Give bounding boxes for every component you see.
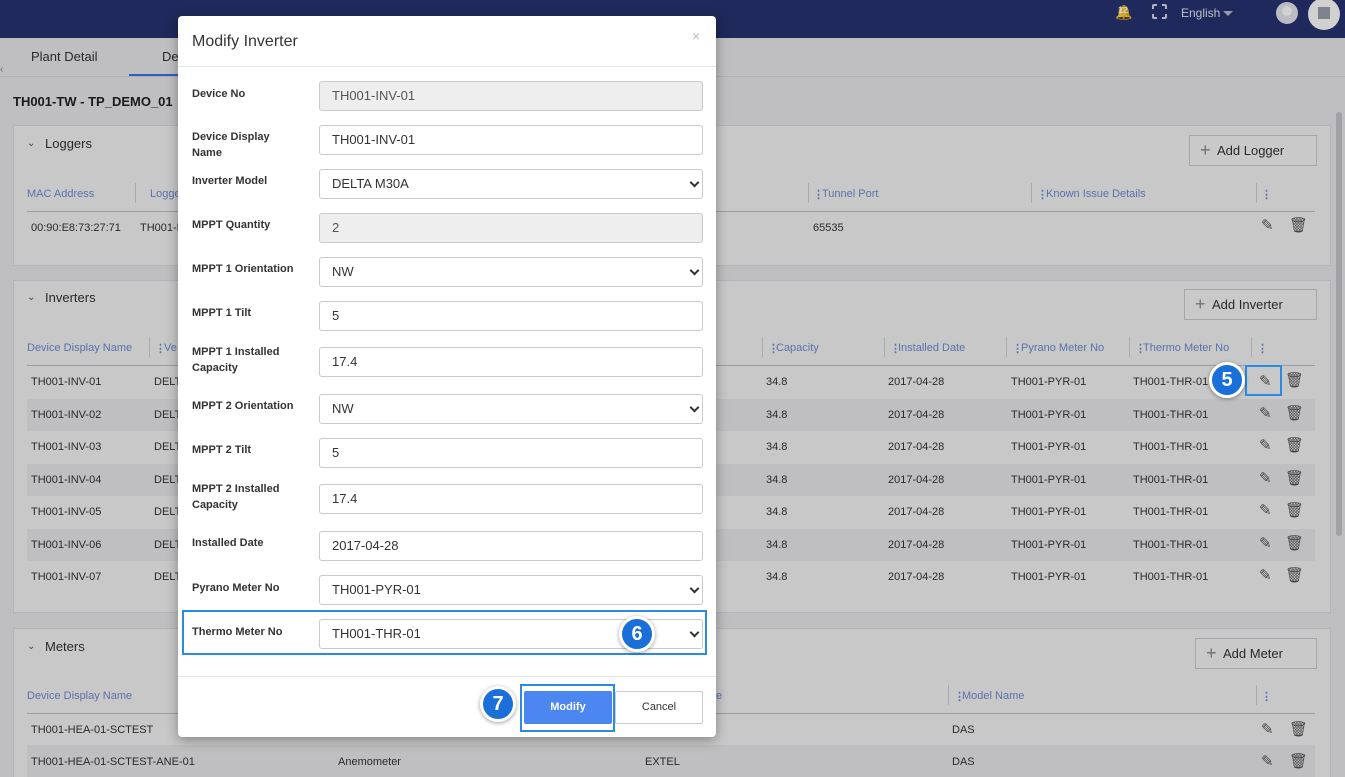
mppt-quantity-label: MPPT Quantity <box>192 219 271 231</box>
edit-icon[interactable]: ✎ <box>1259 372 1272 390</box>
step-badge-6: 6 <box>619 616 655 652</box>
pyrano-meter-select[interactable]: TH001-PYR-01 <box>319 575 703 605</box>
mppt1-tilt-label: MPPT 1 Tilt <box>192 307 252 319</box>
installed-date-input[interactable]: 2017-04-28 <box>319 531 703 561</box>
mppt1-capacity-input[interactable]: 17.4 <box>319 347 703 377</box>
mppt1-tilt-input[interactable]: 5 <box>319 301 703 331</box>
inverter-model-select[interactable]: DELTA M30A <box>319 169 703 199</box>
modify-button[interactable]: Modify <box>524 691 612 724</box>
cancel-button[interactable]: Cancel <box>615 691 703 724</box>
mppt2-tilt-input[interactable]: 5 <box>319 438 703 468</box>
close-icon[interactable]: × <box>692 28 700 44</box>
mppt2-orientation-label: MPPT 2 Orientation <box>192 400 294 412</box>
mppt1-capacity-label: MPPT 1 Installed Capacity <box>192 346 280 374</box>
mppt2-capacity-label: MPPT 2 Installed Capacity <box>192 483 280 511</box>
step-badge-7: 7 <box>480 686 516 722</box>
mppt1-orientation-label: MPPT 1 Orientation <box>192 263 294 275</box>
thermo-meter-label: Thermo Meter No <box>192 626 283 638</box>
device-no-label: Device No <box>192 88 246 100</box>
mppt1-orientation-select[interactable]: NW <box>319 257 703 287</box>
modify-inverter-dialog: Modify Inverter × Device No TH001-INV-01… <box>178 16 716 737</box>
display-name-input[interactable]: TH001-INV-01 <box>319 125 703 155</box>
mppt2-tilt-label: MPPT 2 Tilt <box>192 444 252 456</box>
dialog-footer-divider <box>178 676 716 677</box>
step-badge-5: 5 <box>1209 362 1245 398</box>
mppt2-orientation-select[interactable]: NW <box>319 394 703 424</box>
installed-date-label: Installed Date <box>192 537 264 549</box>
mppt2-capacity-input[interactable]: 17.4 <box>319 484 703 514</box>
dialog-header-divider <box>178 66 716 67</box>
pyrano-meter-label: Pyrano Meter No <box>192 582 280 594</box>
inverter-model-label: Inverter Model <box>192 175 268 187</box>
mppt-quantity-field: 2 <box>319 213 703 243</box>
device-no-field: TH001-INV-01 <box>319 81 703 111</box>
dialog-title: Modify Inverter <box>192 33 298 50</box>
display-name-label: Device Display Name <box>192 131 270 159</box>
